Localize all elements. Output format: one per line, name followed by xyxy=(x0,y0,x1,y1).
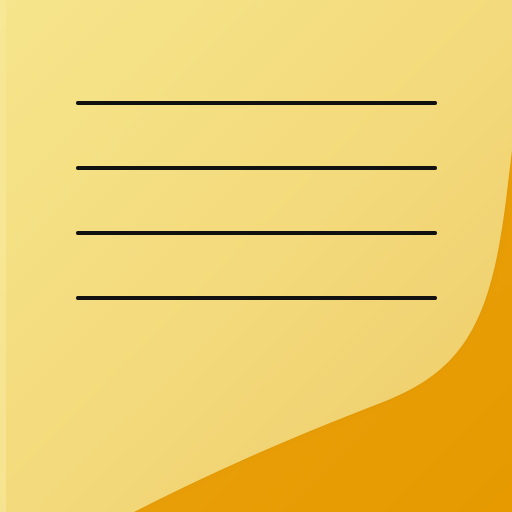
note-edge-highlight xyxy=(0,0,6,512)
sticky-note-icon xyxy=(0,0,512,512)
sticky-note-app-icon[interactable] xyxy=(0,0,512,512)
